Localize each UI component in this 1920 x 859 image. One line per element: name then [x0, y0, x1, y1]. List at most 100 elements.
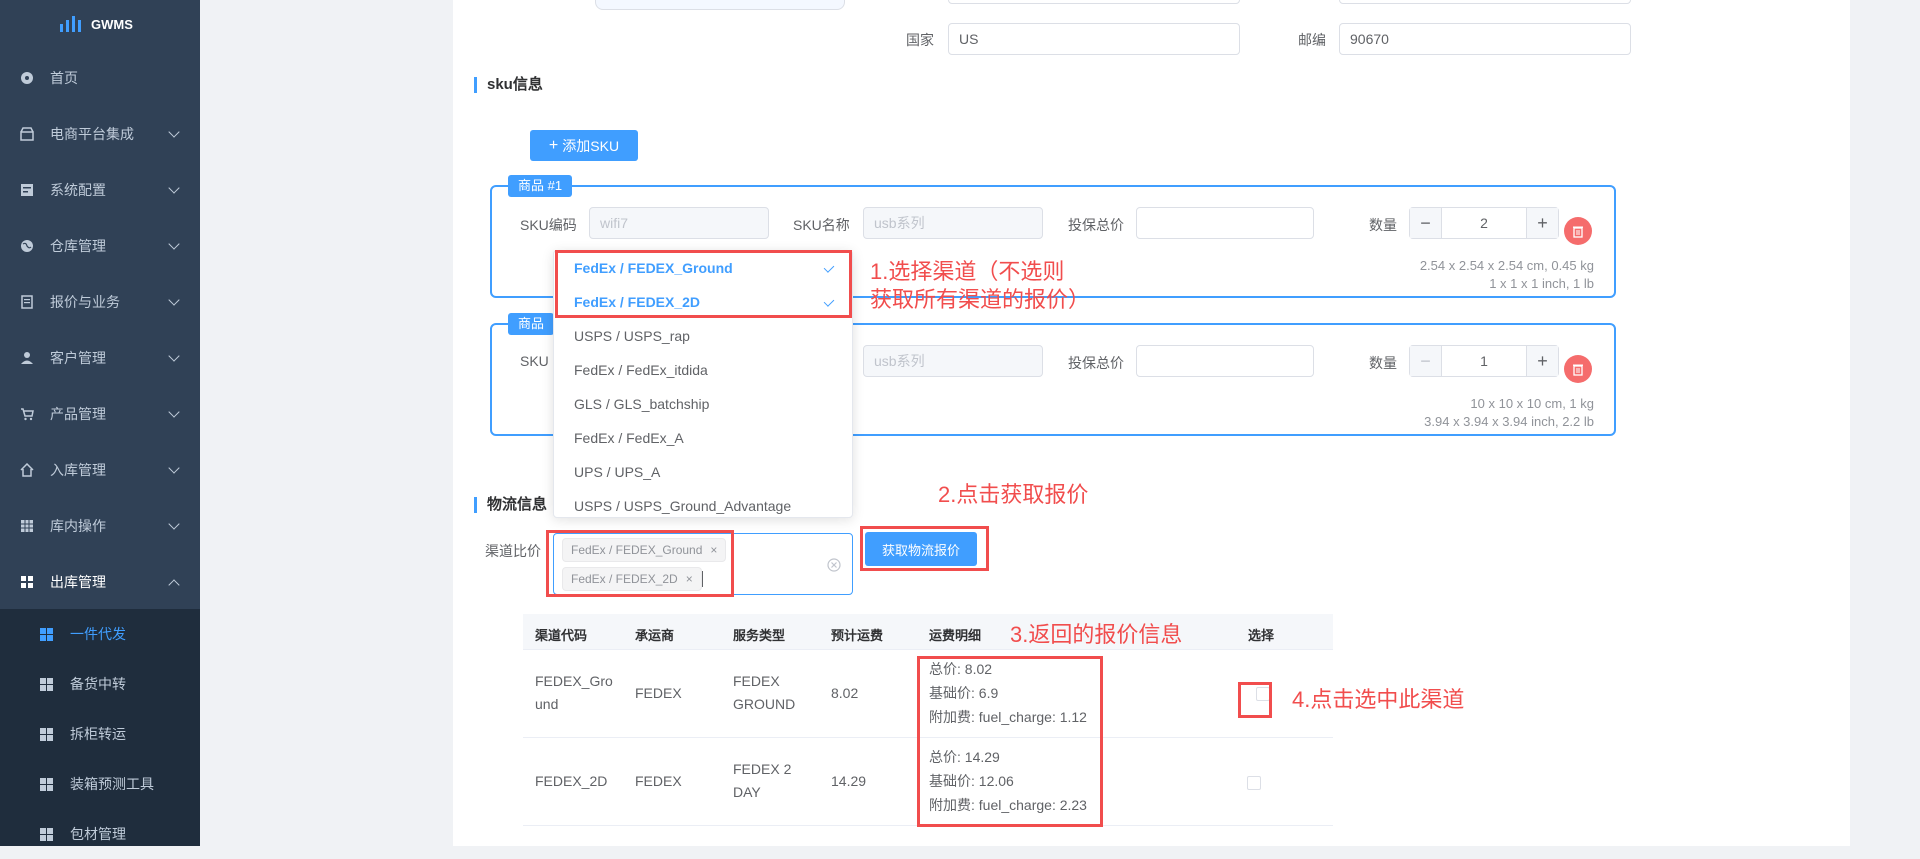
sidebar-subitem-devanning[interactable]: 拆柜转运 — [0, 709, 200, 759]
app-name: GWMS — [91, 16, 133, 32]
zip-input[interactable]: 90670 — [1339, 23, 1631, 55]
channel-compare-label: 渠道比价 — [485, 543, 541, 559]
insured-label: 投保总价 — [1068, 217, 1124, 233]
grid-icon — [40, 727, 53, 741]
sidebar-subitem-packaging[interactable]: 包材管理 — [0, 809, 200, 859]
sku-name-label: SKU名称 — [793, 217, 850, 233]
annotation-box-checkbox — [1238, 682, 1272, 718]
sidebar: GWMS 首页 电商平台集成 系统配置 仓库管理 报价与业务 客户管理 产品管理… — [0, 0, 200, 846]
qty-label: 数量 — [1369, 217, 1397, 233]
dashboard-icon — [21, 72, 33, 84]
table-header: 渠道代码 承运商 服务类型 预计运费 运费明细 选择 — [523, 614, 1333, 650]
annotation-step4: 4.点击选中此渠道 — [1292, 687, 1465, 712]
plus-icon[interactable]: + — [1526, 346, 1558, 376]
sidebar-item-quotes[interactable]: 报价与业务 — [0, 274, 200, 330]
annotation-box-tags — [546, 530, 734, 597]
minus-icon[interactable]: − — [1410, 208, 1442, 238]
home-icon — [20, 463, 34, 477]
trash-icon — [1573, 226, 1583, 238]
dropdown-option[interactable]: USPS / USPS_rap — [554, 319, 852, 353]
store-icon — [20, 127, 34, 141]
sidebar-item-customers[interactable]: 客户管理 — [0, 330, 200, 386]
delete-product-button-1[interactable] — [1564, 217, 1592, 245]
annotation-step1-line2: 获取所有渠道的报价） — [870, 287, 1091, 312]
config-icon — [21, 184, 33, 196]
plus-icon: + — [548, 136, 559, 154]
minus-icon[interactable]: − — [1410, 346, 1442, 376]
chevron-down-icon — [168, 182, 180, 194]
sku-code-input[interactable]: wifi7 — [589, 207, 769, 239]
sidebar-item-products[interactable]: 产品管理 — [0, 386, 200, 442]
sku-name-input[interactable]: usb系列 — [863, 207, 1043, 239]
sidebar-item-inventory-ops[interactable]: 库内操作 — [0, 498, 200, 554]
sidebar-item-home[interactable]: 首页 — [0, 50, 200, 106]
zip-label: 邮编 — [1298, 32, 1326, 48]
sidebar-item-ecommerce[interactable]: 电商平台集成 — [0, 106, 200, 162]
grid-icon — [40, 677, 53, 691]
qty-stepper-2[interactable]: − 1 + — [1409, 345, 1559, 377]
dims-metric-2: 10 x 10 x 10 cm, 1 kg — [1470, 396, 1594, 411]
annotation-box-details — [917, 656, 1103, 827]
annotation-step3: 3.返回的报价信息 — [1010, 622, 1183, 647]
country-label: 国家 — [906, 32, 934, 48]
logo-icon — [60, 16, 81, 32]
chevron-down-icon — [168, 350, 180, 362]
trash-icon — [1573, 364, 1583, 376]
insured-input[interactable] — [1136, 207, 1314, 239]
dims-imperial-1: 1 x 1 x 1 inch, 1 lb — [1489, 276, 1594, 291]
table-icon — [21, 520, 33, 532]
globe-icon — [21, 240, 33, 252]
sku-name-input-2[interactable]: usb系列 — [863, 345, 1043, 377]
chevron-down-icon — [168, 294, 180, 306]
annotation-box-dropdown — [555, 250, 852, 318]
dropdown-option[interactable]: USPS / USPS_Ground_Advantage — [554, 489, 852, 517]
insured-label-2: 投保总价 — [1068, 355, 1124, 371]
sidebar-item-outbound[interactable]: 出库管理 — [0, 554, 200, 610]
country-input[interactable]: US — [948, 23, 1240, 55]
dropdown-option[interactable]: FedEx / FedEx_A — [554, 421, 852, 455]
sidebar-subitem-transit[interactable]: 备货中转 — [0, 659, 200, 709]
grid-icon — [21, 576, 33, 588]
app-logo[interactable]: GWMS — [60, 14, 133, 34]
chevron-down-icon — [168, 238, 180, 250]
annotation-box-quote-button — [860, 526, 989, 571]
sku-code-label-2: SKU — [520, 353, 549, 369]
add-sku-button[interactable]: + 添加SKU — [530, 130, 638, 161]
grid-icon — [40, 827, 53, 841]
sku-code-label: SKU编码 — [520, 217, 577, 233]
cart-icon — [21, 408, 34, 421]
user-icon — [21, 352, 33, 364]
clear-icon[interactable] — [827, 558, 841, 572]
sidebar-subitem-dropship[interactable]: 一件代发 — [0, 609, 200, 659]
logistics-section-title: 物流信息 — [474, 497, 547, 513]
dims-metric-1: 2.54 x 2.54 x 2.54 cm, 0.45 kg — [1419, 258, 1594, 273]
qty-stepper-1[interactable]: − 2 + — [1409, 207, 1559, 239]
sidebar-subitem-packing-tool[interactable]: 装箱预测工具 — [0, 759, 200, 809]
sidebar-item-config[interactable]: 系统配置 — [0, 162, 200, 218]
sidebar-item-warehouse[interactable]: 仓库管理 — [0, 218, 200, 274]
chevron-down-icon — [168, 126, 180, 138]
dropdown-option[interactable]: UPS / UPS_A — [554, 455, 852, 489]
sidebar-item-inbound[interactable]: 入库管理 — [0, 442, 200, 498]
partial-input-top-right[interactable] — [1339, 0, 1631, 4]
grid-icon — [40, 627, 53, 641]
annotation-step1-line1: 1.选择渠道（不选则 — [870, 259, 1065, 284]
select-checkbox[interactable] — [1247, 776, 1261, 790]
plus-icon[interactable]: + — [1526, 208, 1558, 238]
partial-panel — [595, 0, 845, 10]
insured-input-2[interactable] — [1136, 345, 1314, 377]
chevron-up-icon — [168, 579, 180, 591]
annotation-step2: 2.点击获取报价 — [938, 482, 1089, 507]
chevron-down-icon — [168, 518, 180, 530]
dims-imperial-2: 3.94 x 3.94 x 3.94 inch, 2.2 lb — [1424, 414, 1594, 429]
dropdown-option[interactable]: GLS / GLS_batchship — [554, 387, 852, 421]
partial-input-top-left[interactable] — [948, 0, 1240, 4]
dropdown-option[interactable]: FedEx / FedEx_itdida — [554, 353, 852, 387]
sku-section-title: sku信息 — [474, 77, 543, 93]
grid-icon — [40, 777, 53, 791]
delete-product-button-2[interactable] — [1564, 355, 1592, 383]
product-tag-1: 商品 #1 — [508, 175, 573, 197]
qty-label-2: 数量 — [1369, 355, 1397, 371]
chevron-down-icon — [168, 406, 180, 418]
product-tag-2: 商品 — [508, 313, 555, 335]
